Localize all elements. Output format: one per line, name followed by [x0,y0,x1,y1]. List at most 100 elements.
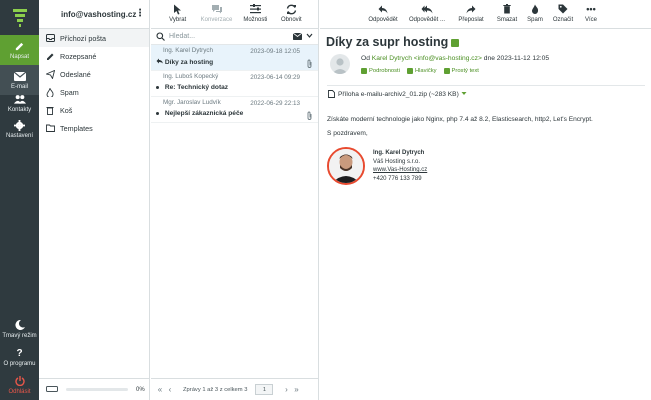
fire-icon [45,87,55,97]
settings-label: Nastavení [5,133,33,139]
sender-address[interactable]: Karel Dytrych <info@vas-hosting.cz> [372,55,482,62]
pagination: « ‹ Zprávy 1 až 3 z celkem 3 1 › » [151,378,319,400]
select-button[interactable]: Vybrat [165,3,191,28]
more-label: Více [584,17,597,23]
headers-label: Hlavičky [414,68,437,74]
folder-label: Spam [60,87,79,97]
message-date: dne 2023-11-12 12:05 [483,55,550,62]
message-date: 2023-09-18 12:05 [250,48,300,55]
folder-drafts[interactable]: Rozepsané [39,47,149,65]
paperclip-icon [306,111,313,122]
folder-sent[interactable]: Odeslané [39,65,149,83]
chevron-down-icon[interactable] [306,32,313,41]
attachment[interactable]: Příloha e-mailu-archiv2_01.zip (~283 KB) [328,90,467,98]
pencil-icon [45,51,55,61]
folder-templates[interactable]: Templates [39,119,149,137]
refresh-button[interactable]: Obnovit [278,3,304,28]
more-vertical-icon[interactable]: ⋮ [135,8,145,19]
account-header: info@vashosting.cz ⋮ [39,0,149,29]
hdd-icon [46,385,58,394]
plain-text-link[interactable]: Prostý text [443,68,479,74]
logout-button[interactable]: Odhlásit [0,370,39,400]
comments-icon [211,3,223,15]
dark-mode-label: Tmavý režim [2,333,37,339]
signature-web-link[interactable]: www.Vas-Hosting.cz [373,166,427,175]
account-email: info@vashosting.cz [61,9,137,19]
envelope-icon [406,68,413,74]
subject-text: Díky za supr hosting [326,35,449,49]
refresh-icon [285,3,297,15]
reply-all-button[interactable]: Odpovědět ... [408,3,446,23]
prev-page-icon[interactable]: ‹ [165,385,175,394]
message-row[interactable]: Mgr. Jaroslav Ludvík 2022-06-29 22:13 Ne… [151,97,318,123]
message-subject-wrap: Díky za hosting [156,58,312,66]
message-subject-wrap: Re: Technický dotaz [156,84,312,91]
signature: Ing. Karel Dytrych Váš Hosting s.r.o. ww… [327,147,427,185]
first-page-icon[interactable]: « [155,385,165,394]
options-label: Možnosti [243,17,268,23]
more-horizontal-icon: ••• [586,4,596,14]
signature-photo [327,147,365,185]
search-icon [156,32,165,41]
delete-button[interactable]: Smazat [496,3,518,23]
message-subject-heading: Díky za supr hosting [326,35,460,49]
about-button[interactable]: ? O programu [0,342,39,372]
last-page-icon[interactable]: » [291,385,301,394]
signature-company: Váš Hosting s.r.o. [373,158,421,165]
mark-label: Označit [552,17,574,23]
fire-icon [529,3,541,15]
folder-label: Odeslané [60,69,91,79]
mark-button[interactable]: Označit [552,3,574,23]
signature-name: Ing. Karel Dytrych [373,150,425,156]
forward-button[interactable]: Přeposlat [452,3,490,23]
chevron-down-icon[interactable] [461,91,467,98]
message-list-panel: Vybrat Konverzace Možnosti Obnovit Hleda… [151,0,319,400]
sender-avatar [330,54,350,74]
reply-all-icon [421,3,433,15]
message-date: 2023-06-14 09:29 [250,74,300,81]
folder-spam[interactable]: Spam [39,83,149,101]
plain-text-label: Prostý text [451,68,479,74]
reply-button[interactable]: Odpovědět [364,3,402,23]
external-link-icon[interactable] [451,38,460,47]
nav-settings[interactable]: Nastavení [0,114,39,144]
logout-label: Odhlásit [8,389,31,395]
headers-link[interactable]: Hlavičky [406,68,437,74]
divider [327,85,645,86]
folder-label: Rozepsané [60,51,97,61]
message-row[interactable]: Ing. Luboš Kopecký 2023-06-14 09:29 Re: … [151,71,318,97]
forward-label: Přeposlat [458,17,484,23]
folder-trash[interactable]: Koš [39,101,149,119]
envelope-filter-icon[interactable] [292,32,303,42]
details-link[interactable]: Podrobnosti [361,68,400,74]
folder-inbox[interactable]: Příchozí pošta [39,29,149,47]
details-label: Podrobnosti [369,68,400,74]
folder-label: Koš [60,105,73,115]
folder-label: Příchozí pošta [60,33,106,43]
next-page-icon[interactable]: › [281,385,291,394]
inbox-icon [45,33,55,43]
message-row[interactable]: Ing. Karel Dytrych 2023-09-18 12:05 Díky… [151,45,318,71]
options-button[interactable]: Možnosti [242,3,268,28]
trash-icon [501,3,513,15]
dark-mode-toggle[interactable]: Tmavý režim [0,314,39,344]
spam-label: Spam [527,17,543,23]
search-input[interactable]: Hledat... [169,33,195,40]
message-subject: Re: Technický dotaz [164,84,229,91]
signature-phone: +420 776 133 789 [373,176,422,183]
more-button[interactable]: ••• Více [580,3,602,23]
users-icon [13,93,26,105]
compose-label: Napsat [9,54,29,60]
page-number-input[interactable]: 1 [255,384,274,395]
paperclip-icon [306,59,313,70]
compose-button[interactable]: Napsat [0,35,39,65]
folder-label: Templates [60,123,93,133]
logo [0,0,39,35]
thread-button[interactable]: Konverzace [201,3,232,28]
unread-dot-icon [156,111,159,115]
message-date: 2022-06-29 22:13 [250,100,300,107]
reply-icon [377,3,389,15]
spam-button[interactable]: Spam [524,3,546,23]
search-bar[interactable]: Hledat... [151,29,318,45]
file-text-icon [443,68,450,74]
